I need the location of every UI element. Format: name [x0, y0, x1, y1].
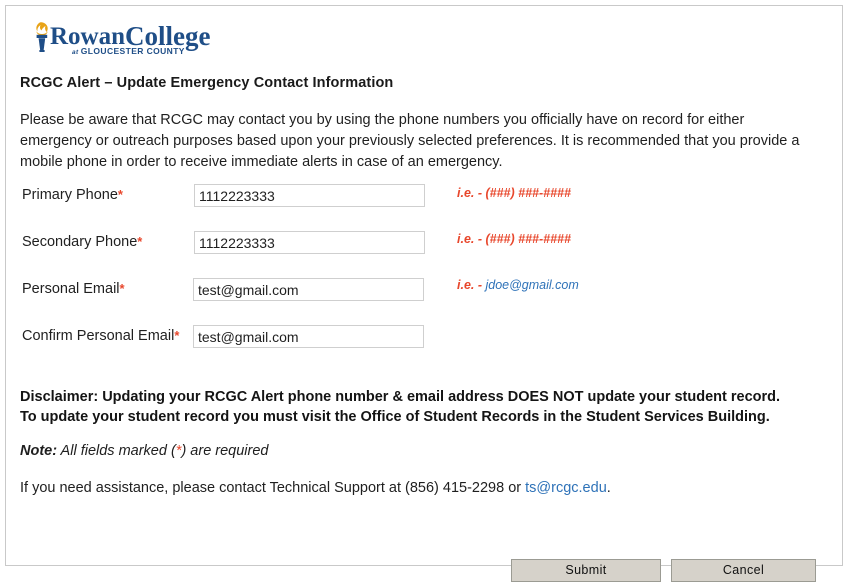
confirm-personal-email-input[interactable] [193, 325, 424, 348]
support-email-link[interactable]: ts@rcgc.edu [525, 480, 607, 496]
label-confirm-personal-email: Confirm Personal Email* [22, 328, 179, 344]
note-text-after: ) are required [181, 443, 268, 459]
rowan-college-logo: Rowan College at GLOUCESTER COUNTY [28, 19, 213, 59]
label-primary-phone: Primary Phone* [22, 187, 123, 203]
support-text: If you need assistance, please contact T… [20, 480, 525, 496]
form-row-personal-email: Personal Email* i.e. - jdoe@gmail.com [20, 278, 830, 325]
intro-paragraph: Please be aware that RCGC may contact yo… [20, 110, 820, 173]
page-frame: Rowan College at GLOUCESTER COUNTY RCGC … [5, 5, 843, 566]
support-text-end: . [607, 480, 611, 496]
note-text-before: All fields marked ( [57, 443, 176, 459]
torch-icon [36, 22, 48, 52]
hint-primary-phone: i.e. - (###) ###-#### [457, 186, 571, 200]
form-row-primary-phone: Primary Phone* i.e. - (###) ###-#### [20, 184, 830, 231]
required-asterisk: * [137, 234, 142, 249]
technical-support-line: If you need assistance, please contact T… [20, 480, 611, 496]
label-secondary-phone: Secondary Phone* [22, 234, 142, 250]
cancel-button[interactable]: Cancel [671, 559, 816, 582]
required-fields-note: Note: All fields marked (*) are required [20, 443, 268, 459]
hint-personal-email: i.e. - jdoe@gmail.com [457, 278, 579, 292]
secondary-phone-input[interactable] [194, 231, 425, 254]
disclaimer-text: Disclaimer: Updating your RCGC Alert pho… [20, 387, 785, 427]
form-row-confirm-email: Confirm Personal Email* [20, 325, 830, 372]
personal-email-input[interactable] [193, 278, 424, 301]
note-label: Note: [20, 443, 57, 459]
primary-phone-input[interactable] [194, 184, 425, 207]
form-row-secondary-phone: Secondary Phone* i.e. - (###) ###-#### [20, 231, 830, 278]
page-title: RCGC Alert – Update Emergency Contact In… [20, 75, 393, 91]
required-asterisk: * [118, 187, 123, 202]
hint-secondary-phone: i.e. - (###) ###-#### [457, 232, 571, 246]
required-asterisk: * [174, 328, 179, 343]
submit-button[interactable]: Submit [511, 559, 661, 582]
emergency-contact-form: Primary Phone* i.e. - (###) ###-#### Sec… [20, 184, 830, 372]
logo-subtitle: at GLOUCESTER COUNTY [72, 46, 185, 56]
label-personal-email: Personal Email* [22, 281, 125, 297]
required-asterisk: * [120, 281, 125, 296]
